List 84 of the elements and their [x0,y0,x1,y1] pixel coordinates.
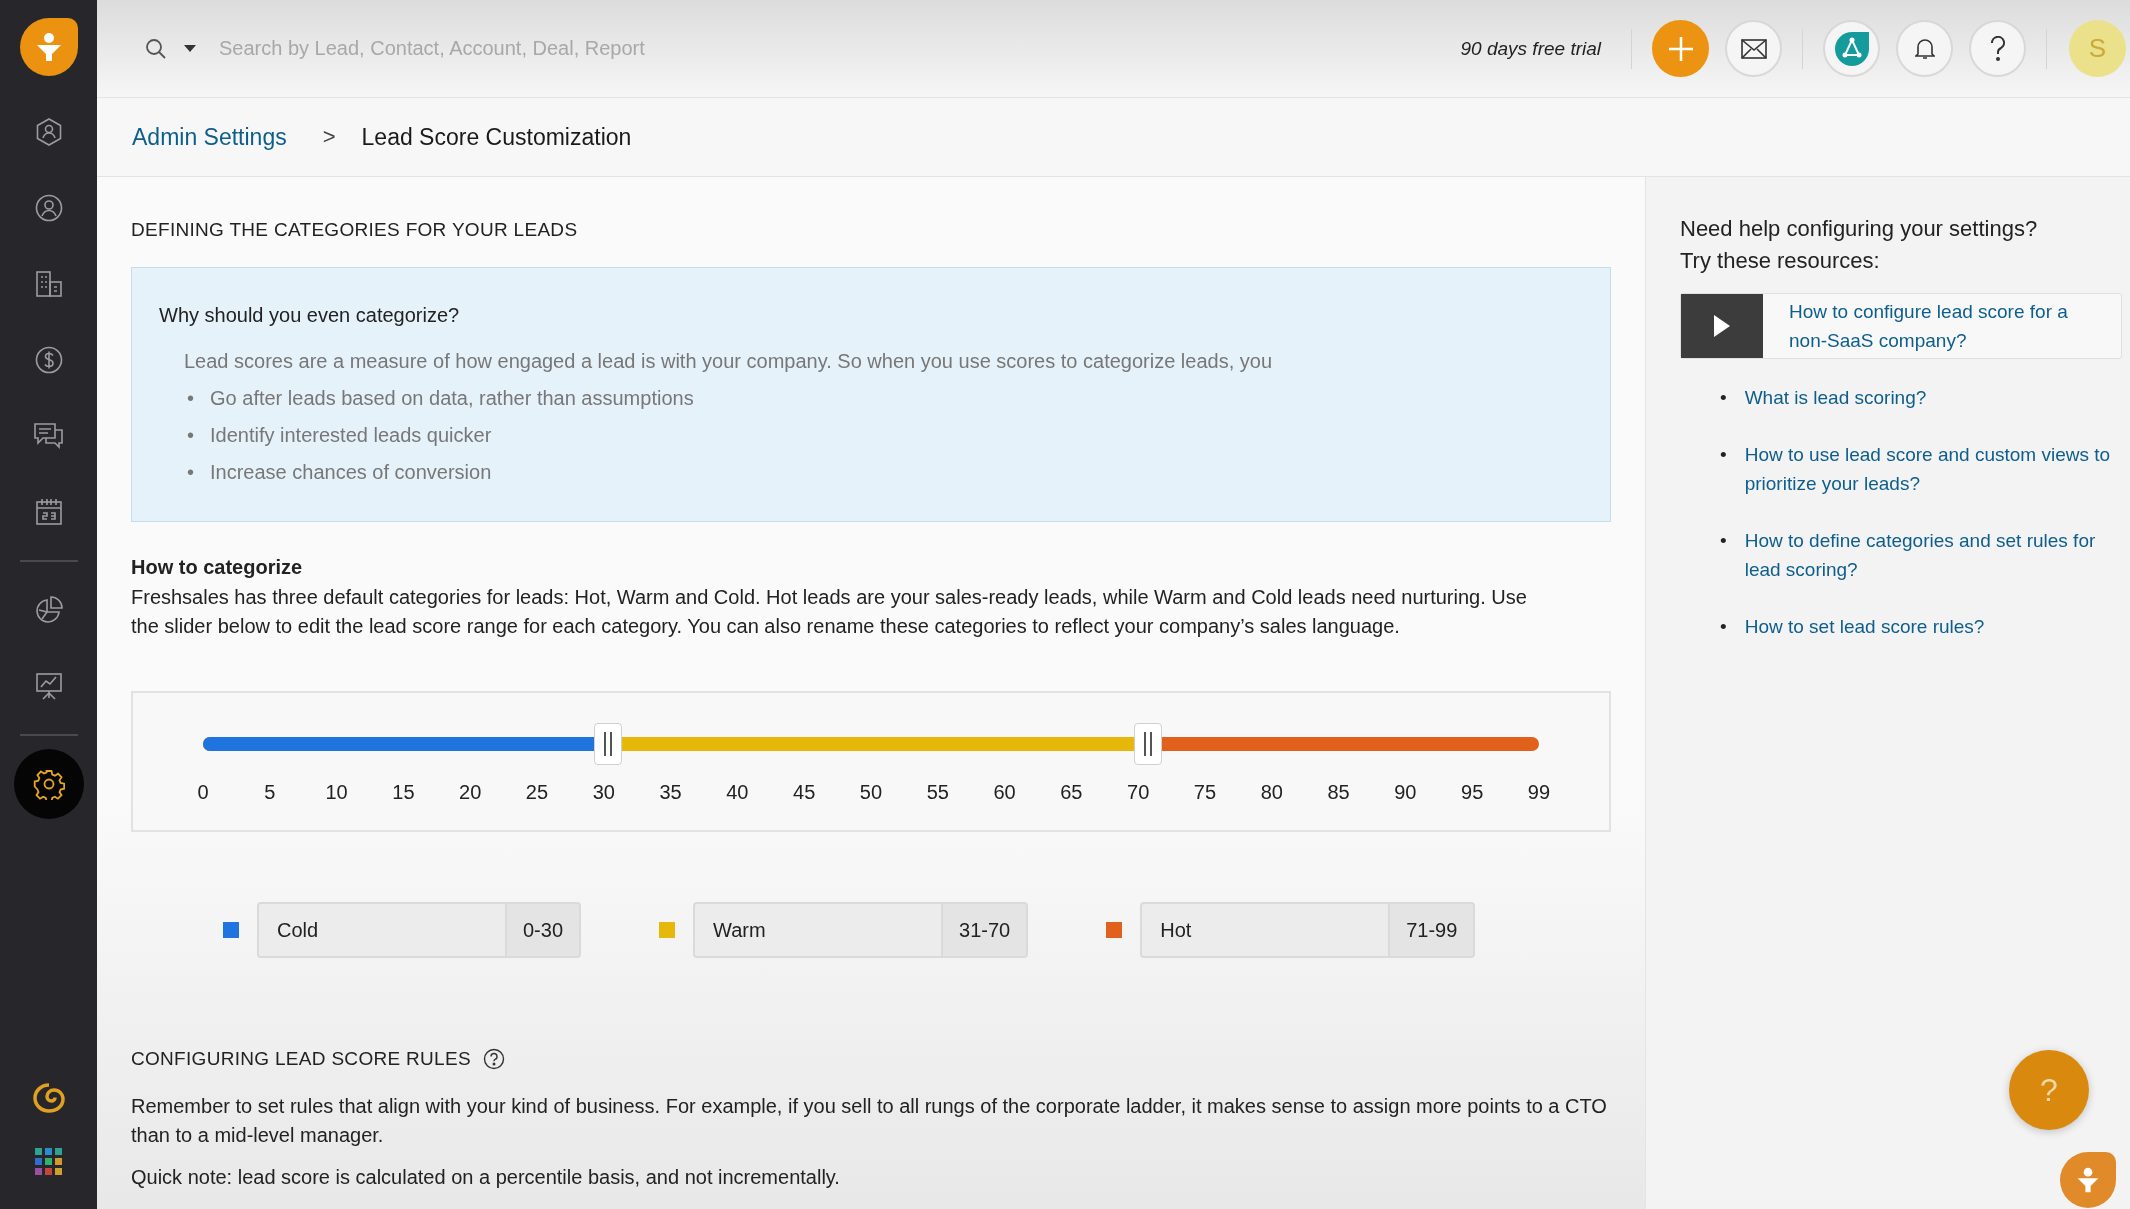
apps-grid-icon[interactable] [33,1147,64,1177]
tick-label: 65 [1059,781,1084,804]
tick-label: 99 [1526,781,1552,804]
breadcrumb-separator: > [322,124,336,150]
tick-label: 40 [725,781,750,804]
trial-label: 90 days free trial [1460,37,1601,60]
caret-icon[interactable] [183,44,197,53]
help-icon[interactable] [482,1048,505,1070]
presentation-board-icon [33,671,64,701]
bullet-marker: • [1720,443,1727,467]
tick-label: 10 [324,781,349,804]
chat-bubbles-icon [32,421,65,451]
tick-label: 15 [391,781,416,804]
resource-link[interactable]: What is lead scoring? [1744,383,1927,412]
section-title: DEFINING THE CATEGORIES FOR YOUR LEADS [131,219,579,241]
settings-icon [32,768,65,800]
bullet-marker: • [187,423,194,448]
slider-handle[interactable] [593,723,622,765]
category-range: 0-30 [507,902,582,958]
tick-label: 0 [196,781,210,804]
tick-label: 90 [1393,781,1418,804]
tick-label: 25 [524,781,550,804]
pie-chart-icon [33,595,64,625]
note-text: Quick note: lead score is calculated on a percentile basis, and not incrementally. [131,1165,841,1190]
bullet-marker: • [1720,529,1727,553]
bell-icon [1914,37,1935,60]
rules-text: Remember to set rules that align with your kind of business. For example, if you sell to all rungs of the corporate ladder, it makes sense to assign more points to a CTO than to a mid-level manager. [131,1094,1608,1148]
search-field[interactable]: Search by Lead, Contact, Account, Deal, Report [217,36,1461,61]
resource-link[interactable]: How to use lead score and custom views to prioritize your leads? [1744,440,2115,498]
category-name-field[interactable]: Cold [257,902,507,958]
network-icon [1832,29,1871,68]
question-mark-icon [1988,35,2007,62]
info-bullet: Increase chances of conversion [210,460,492,485]
slider-handle[interactable] [1133,723,1162,765]
play-icon [1714,315,1730,337]
section-title: CONFIGURING LEAD SCORE RULES [131,1048,471,1070]
help-button[interactable] [1969,20,2026,77]
breadcrumb-link[interactable]: Admin Settings [132,123,287,151]
video-card[interactable]: How to configure lead score for a non-SaaS company? [1680,293,2122,359]
user-circle-icon [33,193,64,223]
envelope-icon [1740,38,1767,59]
tick-label: 85 [1326,781,1351,804]
category-range: 71-99 [1390,902,1476,958]
category-name-field[interactable]: Warm [693,902,944,958]
mail-button[interactable] [1725,20,1782,77]
network-app-button[interactable] [1823,20,1880,77]
bullet-marker: • [187,386,194,411]
funnel-person-icon [2075,1165,2101,1195]
buildings-icon [33,269,64,299]
page-title: Lead Score Customization [361,123,632,151]
swirl-icon[interactable] [32,1083,65,1113]
info-bullet: Identify interested leads quicker [210,423,492,448]
tick-label: 50 [858,781,884,804]
tick-label: 95 [1460,781,1485,804]
tick-label: 55 [925,781,950,804]
dollar-icon [33,345,64,375]
tick-label: 20 [458,781,483,804]
resource-link[interactable]: How to define categories and set rules for lead scoring? [1744,526,2115,584]
tick-label: 5 [263,781,277,804]
tick-label: 45 [792,781,817,804]
help-heading: Need help configuring your settings? [1680,215,2039,243]
video-link[interactable]: How to configure lead score for a non-SaaS company? [1763,294,2121,358]
tick-label: 70 [1126,781,1151,804]
calendar-icon [33,497,64,527]
resource-link[interactable]: How to set lead score rules? [1744,612,1985,641]
info-text: Lead scores are a measure of how engaged a lead is with your company. So when you use scores to categorize leads, you [183,349,1274,374]
app-logo[interactable] [19,18,78,76]
help-heading: Try these resources: [1680,247,1881,275]
category-name-field[interactable]: Hot [1140,902,1391,958]
info-question: Why should you even categorize? [159,304,461,327]
description-text: Freshsales has three default categories for leads: Hot, Warm and Cold. Hot leads are your sales-ready leads, while Warm and Cold leads need nurturing. Use the slider below to edit the lead score range for each category. You can also rename these categories to reflect your company’s sales language. [131,585,1528,639]
info-bullet: Go after leads based on data, rather than assumptions [210,386,694,411]
subsection-title: How to categorize [131,556,304,579]
bullet-marker: • [1720,386,1727,410]
tick-label: 30 [591,781,616,804]
bullet-marker: • [1720,615,1727,639]
tick-label: 75 [1192,781,1218,804]
tick-label: 35 [658,781,683,804]
tick-label: 60 [992,781,1017,804]
tick-label: 80 [1259,781,1284,804]
notifications-button[interactable] [1896,20,1953,77]
search-icon[interactable] [145,37,167,60]
category-range: 31-70 [943,902,1029,958]
bullet-marker: • [187,460,194,485]
